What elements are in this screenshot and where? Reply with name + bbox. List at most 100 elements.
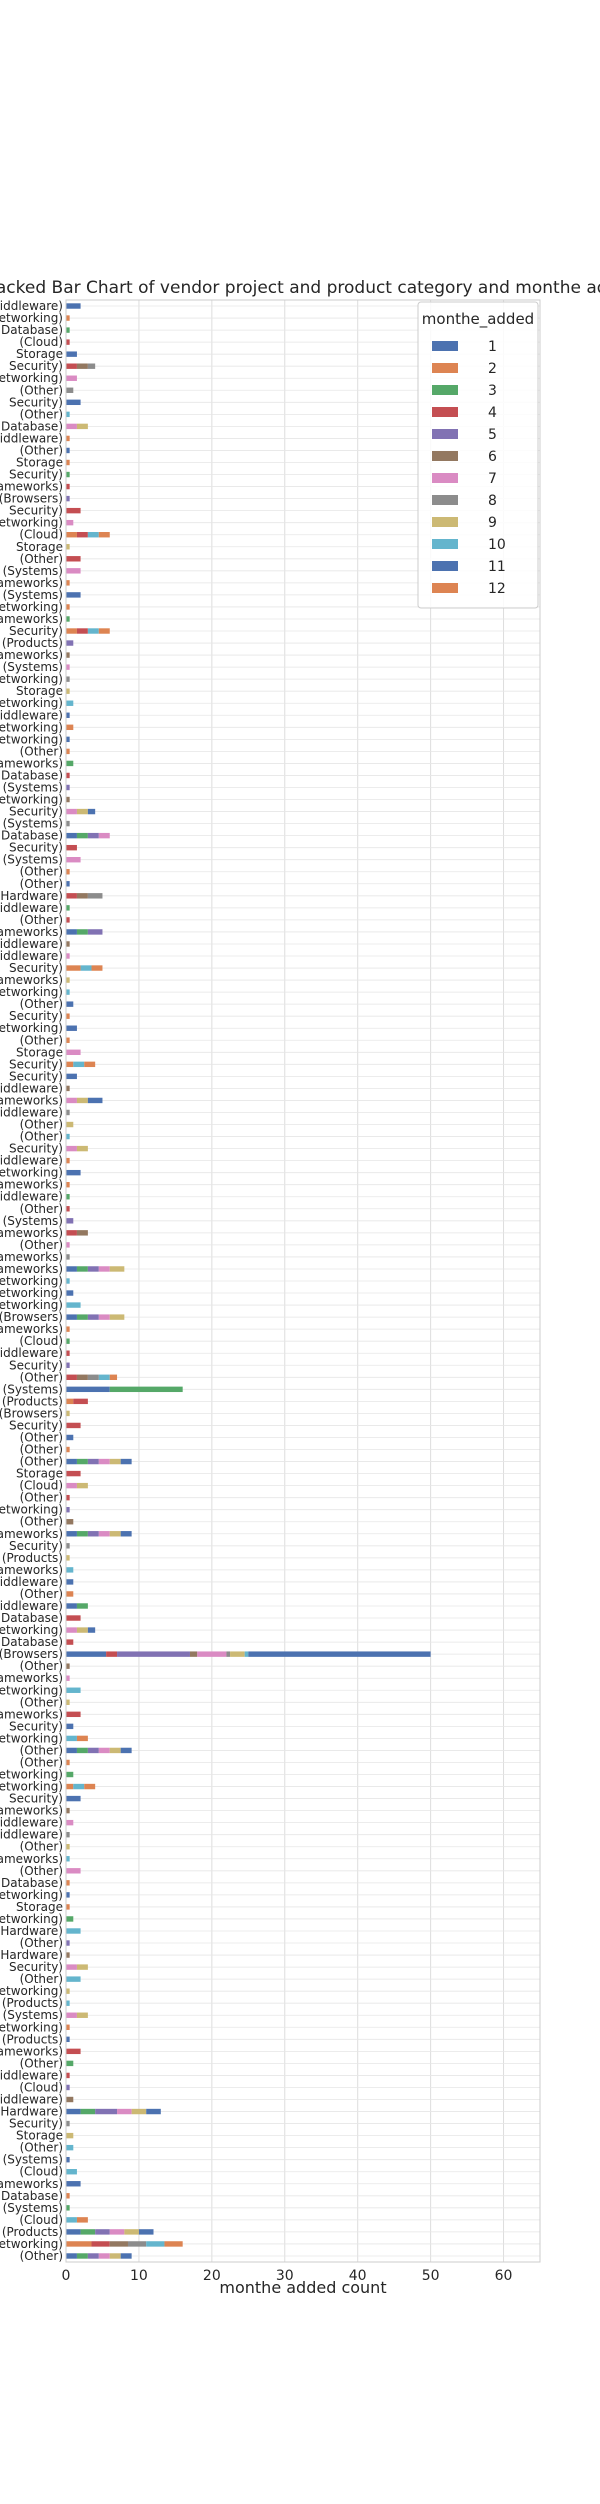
bar-segment: [66, 1723, 74, 1730]
bar-segment: [87, 363, 96, 369]
bar-segment: [197, 1651, 227, 1657]
bar-segment: [66, 399, 81, 406]
legend-swatch: [432, 561, 458, 571]
bar-segment: [66, 1133, 70, 1140]
bar-segment: [66, 339, 70, 345]
bar-segment: [127, 2241, 147, 2247]
bar-segment: [124, 2229, 139, 2235]
bar-segment: [66, 2193, 70, 2199]
bar-segment: [66, 483, 70, 490]
bar-segment: [66, 423, 77, 430]
bar-segment: [66, 2096, 74, 2103]
bar-segment: [131, 2108, 147, 2115]
bar-segment: [66, 1109, 70, 1116]
bar-segment: [66, 1928, 81, 1934]
legend-swatch: [432, 473, 458, 483]
bar-segment: [66, 315, 70, 321]
bar-segment: [66, 495, 70, 502]
y-tick-labels: (Middleware)(Networking)(Database)(Cloud…: [0, 299, 63, 2263]
bar-segment: [66, 772, 70, 779]
bar-segment: [66, 1001, 74, 1007]
bar-segment: [66, 736, 70, 743]
bar-segment: [66, 1711, 81, 1718]
legend-label: 3: [488, 383, 497, 399]
bar-segment: [80, 2229, 96, 2235]
bar-segment: [84, 1783, 96, 1790]
bar-segment: [95, 2108, 118, 2115]
bar-segment: [117, 2108, 132, 2115]
bar-segment: [66, 375, 77, 381]
bar-segment: [66, 1181, 70, 1188]
bar-segment: [87, 1266, 99, 1272]
bar-segment: [66, 1266, 77, 1272]
legend-label: 5: [488, 427, 497, 443]
bar-segment: [66, 1639, 74, 1645]
bar-segment: [66, 2156, 70, 2163]
bar-segment: [66, 1326, 70, 1332]
bar-segment: [66, 1470, 81, 1477]
bar-segment: [87, 1747, 99, 1754]
bar-segment: [66, 2000, 70, 2006]
bar-segment: [98, 532, 110, 538]
bar-segment: [87, 1097, 103, 1104]
bar-segment: [66, 1747, 77, 1754]
bar-segment: [109, 1531, 121, 1537]
bar-segment: [66, 1543, 70, 1549]
bar-segment: [66, 556, 81, 562]
bar-segment: [226, 1651, 231, 1657]
bar-segment: [106, 1651, 118, 1657]
bar-segment: [66, 808, 77, 815]
bar-segment: [66, 1892, 70, 1898]
bar-segment: [66, 1868, 81, 1874]
bar-segment: [66, 760, 74, 767]
bar-segment: [73, 1061, 85, 1068]
bar-segment: [66, 953, 70, 959]
bar-segment: [87, 1314, 99, 1320]
bar-segment: [87, 808, 96, 815]
bar-segment: [66, 1615, 81, 1621]
bar-segment: [109, 1374, 118, 1381]
x-axis-label: monthe added count: [219, 2278, 386, 2297]
bar-segment: [66, 1218, 74, 1224]
bar-segment: [66, 471, 70, 478]
bar-segment: [80, 965, 92, 971]
bar-segment: [98, 2253, 110, 2259]
bar-segment: [66, 327, 70, 333]
bar-segment: [66, 832, 77, 839]
bar-segment: [66, 820, 70, 827]
bar-segment: [66, 1964, 77, 1970]
bar-segment: [109, 1458, 121, 1465]
bar-segment: [66, 2144, 74, 2151]
bar-segment: [66, 2229, 81, 2235]
bar-segment: [84, 1061, 96, 1068]
bar-segment: [98, 1374, 110, 1381]
bar-segment: [66, 447, 70, 454]
bar-segment: [109, 1747, 121, 1754]
x-tick-label: 50: [422, 2268, 440, 2284]
bar-segment: [66, 1157, 70, 1164]
bar-segment: [66, 965, 81, 971]
bar-segment: [66, 1386, 110, 1393]
bar-segment: [76, 363, 88, 369]
bar-segment: [66, 784, 70, 791]
legend-label: 7: [488, 471, 497, 487]
bar-segment: [76, 1097, 88, 1104]
bar-segment: [87, 1374, 99, 1381]
chart-title: Stacked Bar Chart of vendor project and …: [0, 278, 600, 298]
bar-segment: [66, 1831, 70, 1838]
bar-segment: [66, 796, 70, 803]
bar-segment: [66, 2072, 70, 2079]
bar-segment: [66, 1844, 70, 1850]
bar-segment: [66, 1795, 81, 1802]
bar-segment: [66, 1085, 70, 1092]
bar-segment: [66, 857, 81, 863]
bar-segment: [76, 1627, 88, 1633]
bar-segment: [91, 2241, 110, 2247]
bar-segment: [66, 640, 74, 646]
legend-swatch: [432, 385, 458, 395]
bar-segment: [66, 628, 77, 634]
bar-segment: [76, 628, 88, 634]
bar-segment: [66, 1362, 70, 1368]
bar-segment: [76, 1964, 88, 1970]
bar-segment: [120, 1531, 132, 1537]
